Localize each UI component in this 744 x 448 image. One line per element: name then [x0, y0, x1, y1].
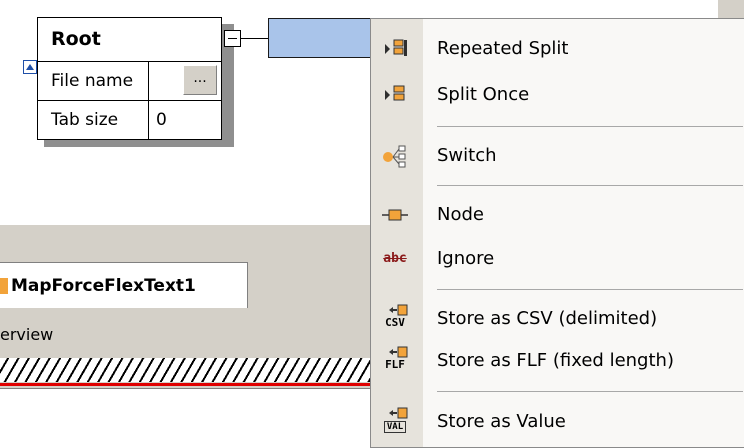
overview-area — [0, 388, 380, 445]
overview-red-line — [0, 383, 380, 386]
menu-item-store-value[interactable]: VAL Store as Value — [371, 399, 743, 445]
connector-line — [241, 38, 268, 39]
tab-label: MapForceFlexText1 — [11, 276, 196, 296]
store-flf-icon: FLF — [379, 346, 411, 372]
node-icon — [379, 202, 411, 228]
menu-item-ignore[interactable]: abc Ignore — [371, 236, 743, 282]
menu-item-label: Store as CSV (delimited) — [437, 308, 658, 329]
collapse-up-icon[interactable] — [23, 60, 37, 74]
expand-collapse-icon[interactable] — [224, 30, 241, 47]
store-flf-icon-text: FLF — [385, 358, 405, 371]
browse-file-button[interactable]: ... — [183, 65, 217, 95]
store-value-icon: VAL — [379, 407, 411, 433]
root-component-box[interactable]: Root File name ... Tab size 0 — [37, 17, 222, 140]
menu-item-label: Store as FLF (fixed length) — [437, 350, 674, 371]
root-title: Root — [51, 28, 101, 50]
menu-item-switch[interactable]: Switch — [371, 133, 743, 179]
overview-hatched-area[interactable] — [0, 358, 380, 382]
menu-item-split-once[interactable]: Split Once — [371, 72, 743, 118]
root-row-tab-size: Tab size 0 — [38, 100, 221, 139]
column-divider — [148, 101, 149, 139]
menu-item-label: Store as Value — [437, 411, 566, 432]
tab-size-value[interactable]: 0 — [156, 101, 167, 139]
tab-mapforce-flex-text[interactable]: MapForceFlexText1 — [0, 262, 248, 308]
ignore-icon: abc — [383, 251, 407, 266]
menu-separator — [437, 185, 743, 186]
store-value-icon-text: VAL — [383, 421, 407, 433]
menu-item-label: Split Once — [437, 84, 530, 105]
split-once-icon — [379, 82, 411, 108]
menu-separator — [437, 289, 743, 290]
root-row-file-name: File name ... — [38, 61, 221, 100]
menu-separator — [437, 391, 743, 392]
store-csv-icon: CSV — [379, 304, 411, 330]
menu-item-node[interactable]: Node — [371, 192, 743, 238]
menu-separator — [437, 126, 743, 127]
menu-item-label: Ignore — [437, 248, 495, 269]
tab-size-label: Tab size — [51, 110, 119, 130]
overview-label: erview — [0, 325, 54, 344]
menu-item-store-flf[interactable]: FLF Store as FLF (fixed length) — [371, 338, 743, 384]
menu-item-repeated-split[interactable]: Repeated Split — [371, 26, 743, 72]
file-name-label: File name — [51, 71, 134, 91]
column-divider — [148, 62, 149, 100]
menu-item-label: Repeated Split — [437, 38, 569, 59]
store-csv-icon-text: CSV — [385, 316, 405, 329]
menu-item-store-csv[interactable]: CSV Store as CSV (delimited) — [371, 296, 743, 342]
split-node-box[interactable] — [268, 18, 378, 58]
menu-item-label: Switch — [437, 145, 497, 166]
repeated-split-icon — [379, 36, 411, 62]
context-menu: Repeated Split Split Once Switch Node ab… — [370, 18, 744, 448]
document-icon — [0, 278, 8, 294]
switch-icon — [379, 143, 411, 169]
menu-item-label: Node — [437, 204, 484, 225]
